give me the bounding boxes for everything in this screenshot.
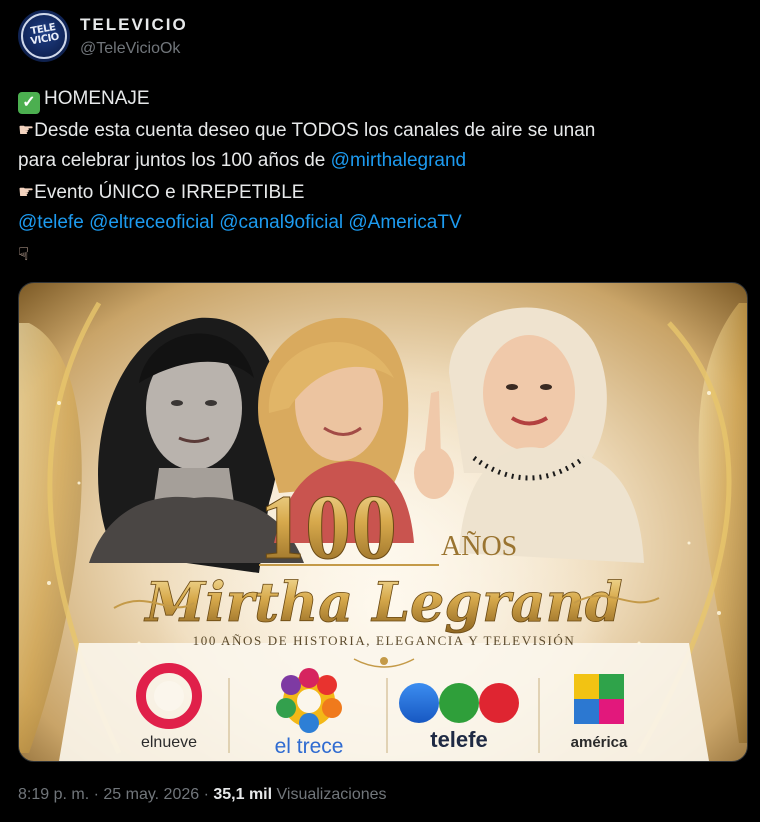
tweet-text: ✓ HOMENAJE ☛Desde esta cuenta deseo que T…	[18, 84, 748, 270]
tweet-line-4: ☛Evento ÚNICO e IRREPETIBLE	[18, 177, 748, 209]
views-label: Visualizaciones	[276, 786, 387, 803]
check-mark-icon: ✓	[18, 92, 40, 114]
mention-link[interactable]: @telefe	[18, 212, 84, 233]
tweet-line-5: @telefe @eltreceoficial @canal9oficial @…	[18, 208, 748, 239]
mention-link[interactable]: @eltreceoficial	[89, 212, 214, 233]
tweet-line-3: para celebrar juntos los 100 años de @mi…	[18, 146, 748, 177]
views-count: 35,1 mil	[213, 786, 273, 803]
telefe-label: telefe	[430, 727, 487, 752]
america-label: américa	[571, 734, 628, 751]
anos-label: AÑOS	[441, 531, 517, 562]
poster-illustration: 100 AÑOS Mirtha Legrand 100 AÑOS DE HIST…	[19, 301, 747, 761]
logo-eltrece: el trece	[275, 668, 344, 758]
tweet-line-1-text: HOMENAJE	[44, 88, 150, 109]
tweet-line-6: ☟	[18, 239, 748, 271]
timestamp[interactable]: 8:19 p. m. · 25 may. 2026 ·	[18, 786, 213, 803]
tweet-line-2: ☛Desde esta cuenta deseo que TODOS los c…	[18, 115, 748, 147]
tweet-header: TELE VICIO TELEVICIO @TeleVicioOk	[18, 10, 742, 62]
mention-link[interactable]: @canal9oficial	[219, 212, 343, 233]
pointing-hand-icon: ☛	[18, 119, 35, 140]
pointing-hand-icon: ☛	[18, 181, 35, 202]
avatar[interactable]: TELE VICIO	[18, 10, 70, 62]
big-number-100: 100	[259, 476, 397, 578]
elnueve-label: elnueve	[141, 734, 197, 751]
ornament-dot	[380, 657, 388, 665]
pointing-down-icon: ☟	[18, 243, 29, 264]
tweet-footer: 8:19 p. m. · 25 may. 2026 · 35,1 mil Vis…	[18, 786, 387, 804]
user-handle[interactable]: @TeleVicioOk	[80, 40, 180, 58]
tweet-line-1: ✓ HOMENAJE	[18, 84, 748, 115]
tweet-image[interactable]: 100 AÑOS Mirtha Legrand 100 AÑOS DE HIST…	[18, 282, 748, 762]
tweet-line-3-text: para celebrar juntos los 100 años de	[18, 150, 331, 171]
display-name[interactable]: TELEVICIO	[80, 15, 188, 35]
gold-swoosh-right	[698, 303, 747, 743]
logo-america: américa	[571, 674, 628, 751]
name-script: Mirtha Legrand	[143, 570, 622, 634]
tweet-line-2-text: Desde esta cuenta deseo que TODOS los ca…	[34, 119, 596, 141]
eltrece-label: el trece	[275, 735, 344, 758]
tweet-line-4-text: Evento ÚNICO e IRREPETIBLE	[34, 181, 305, 203]
poster-subtitle: 100 AÑOS DE HISTORIA, ELEGANCIA Y TELEVI…	[193, 633, 576, 648]
mention-link[interactable]: @AmericaTV	[348, 212, 461, 233]
mention-link[interactable]: @mirthalegrand	[331, 150, 466, 171]
